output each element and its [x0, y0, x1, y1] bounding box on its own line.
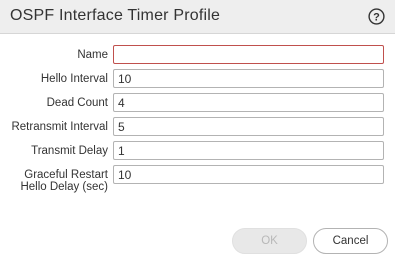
help-circle-icon[interactable]: ? — [368, 8, 385, 25]
hello-interval-input[interactable] — [113, 69, 384, 88]
ok-button[interactable]: OK — [232, 228, 307, 254]
ospf-timer-profile-dialog: OSPF Interface Timer Profile ? Name Hell… — [0, 0, 395, 266]
name-label: Name — [77, 49, 108, 61]
graceful-restart-label-line1: Graceful Restart — [24, 169, 108, 181]
svg-text:?: ? — [373, 12, 380, 24]
dialog-title: OSPF Interface Timer Profile — [10, 7, 221, 24]
transmit-delay-label: Transmit Delay — [31, 145, 108, 157]
transmit-delay-input[interactable] — [113, 141, 384, 160]
dialog-title-bar: OSPF Interface Timer Profile ? — [0, 0, 395, 34]
cancel-button[interactable]: Cancel — [313, 228, 388, 254]
dead-count-input[interactable] — [113, 93, 384, 112]
hello-interval-label: Hello Interval — [40, 73, 108, 85]
graceful-restart-hello-delay-input[interactable] — [113, 165, 384, 184]
graceful-restart-label-line2: Hello Delay (sec) — [20, 181, 108, 193]
dead-count-label: Dead Count — [46, 97, 108, 109]
name-input[interactable] — [113, 45, 384, 64]
retransmit-interval-input[interactable] — [113, 117, 384, 136]
retransmit-interval-label: Retransmit Interval — [11, 121, 108, 133]
